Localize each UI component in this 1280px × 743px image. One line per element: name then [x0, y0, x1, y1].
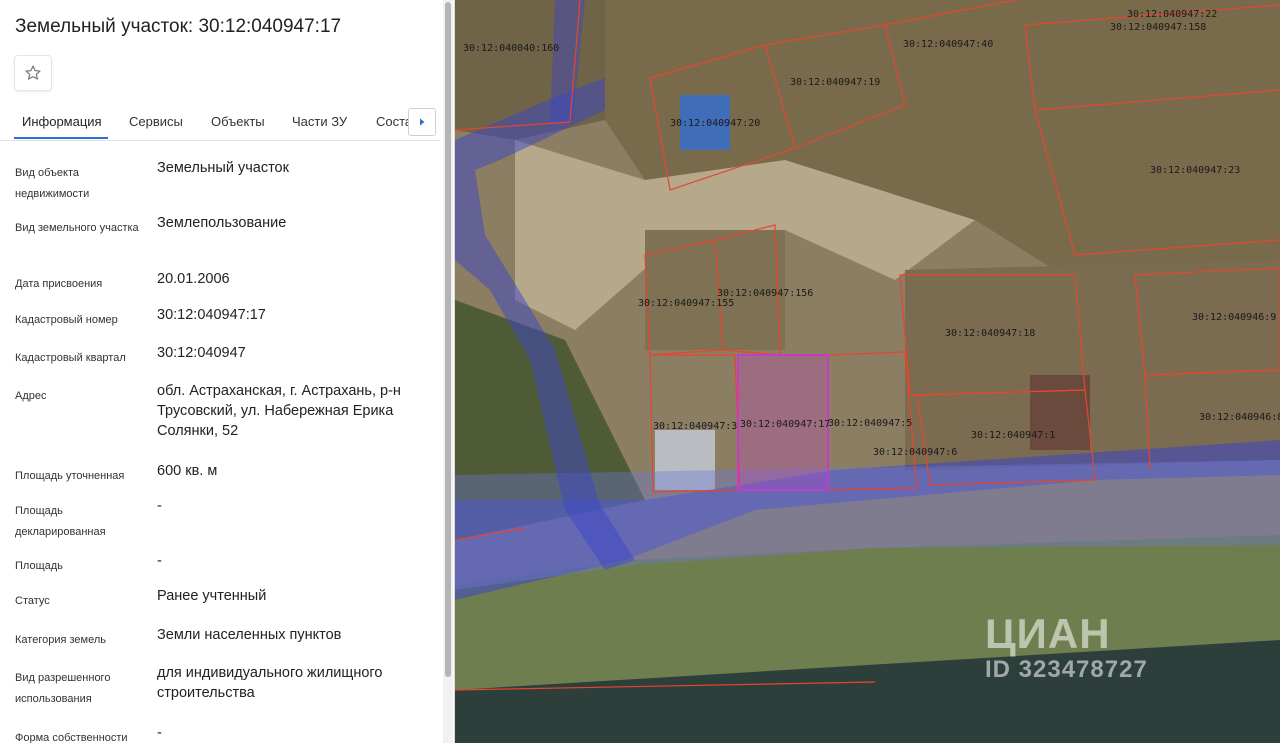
- field-label: Кадастровый номер: [15, 314, 118, 326]
- parcel-label[interactable]: 30:12:040947:6: [873, 447, 957, 458]
- field-label: Вид разрешенного использования: [15, 672, 111, 705]
- field-label: Вид земельного участка: [15, 222, 139, 234]
- panel-title: Земельный участок: 30:12:040947:17: [15, 16, 342, 37]
- field-value: обл. Астраханская, г. Астрахань, р-н Тру…: [157, 383, 401, 439]
- star-outline-icon: [25, 65, 41, 80]
- parcel-label[interactable]: 30:12:040946:8: [1199, 412, 1280, 423]
- field-value: Земельный участок: [157, 160, 289, 176]
- info-panel: Земельный участок: 30:12:040947:17 Инфор…: [0, 0, 455, 743]
- parcel-label[interactable]: 30:12:040947:20: [670, 118, 760, 129]
- watermark-logo: ЦИАН: [985, 610, 1111, 657]
- field-value: -: [157, 498, 162, 514]
- tab-objects[interactable]: Объекты: [211, 114, 265, 129]
- parcel-label[interactable]: 30:12:040947:155: [638, 298, 734, 309]
- parcel-label[interactable]: 30:12:040040:160: [463, 43, 559, 54]
- field-value: Ранее учтенный: [157, 588, 267, 604]
- tab-composition[interactable]: Соста: [376, 114, 412, 129]
- field-value: для индивидуального жилищного строительс…: [157, 665, 383, 701]
- field-label: Категория земель: [15, 634, 106, 646]
- field-label: Форма собственности: [15, 732, 128, 743]
- tab-information[interactable]: Информация: [22, 114, 102, 129]
- tab-bar: Информация Сервисы Объекты Части ЗУ Сост…: [0, 100, 440, 141]
- field-value: 30:12:040947:17: [157, 307, 266, 323]
- parcel-label[interactable]: 30:12:040947:19: [790, 77, 880, 88]
- field-label: Адрес: [15, 390, 47, 402]
- field-value: Землепользование: [157, 215, 287, 231]
- field-value: -: [157, 725, 162, 741]
- parcel-label[interactable]: 30:12:040947:156: [717, 288, 813, 299]
- field-value: -: [157, 553, 162, 569]
- tab-parcel-parts[interactable]: Части ЗУ: [292, 114, 347, 129]
- cian-watermark: ЦИАН ID 323478727: [985, 612, 1148, 684]
- field-value: Земли населенных пунктов: [157, 627, 342, 643]
- tabs-scroll-right-button[interactable]: [408, 108, 436, 136]
- field-label: Площадь декларированная: [15, 505, 106, 538]
- parcel-label[interactable]: 30:12:040946:9: [1192, 312, 1276, 323]
- parcel-label[interactable]: 30:12:040947:158: [1110, 22, 1206, 33]
- parcel-label[interactable]: 30:12:040947:1: [971, 430, 1055, 441]
- parcel-label[interactable]: 30:12:040947:23: [1150, 165, 1240, 176]
- field-label: Площадь уточненная: [15, 470, 125, 482]
- active-tab-indicator: [14, 137, 108, 139]
- field-value: 600 кв. м: [157, 463, 218, 479]
- parcel-label[interactable]: 30:12:040947:18: [945, 328, 1035, 339]
- field-label: Статус: [15, 595, 50, 607]
- parcel-label[interactable]: 30:12:040947:3: [653, 421, 737, 432]
- watermark-id: ID 323478727: [985, 656, 1148, 683]
- map-canvas[interactable]: 30:12:040040:160 30:12:040947:40 30:12:0…: [455, 0, 1280, 743]
- cadastral-map[interactable]: 30:12:040040:160 30:12:040947:40 30:12:0…: [455, 0, 1280, 743]
- chevron-right-icon: [420, 118, 425, 126]
- favorite-button[interactable]: [14, 55, 52, 91]
- parcel-label[interactable]: 30:12:040947:5: [828, 418, 912, 429]
- field-label: Площадь: [15, 560, 63, 572]
- tab-services[interactable]: Сервисы: [129, 114, 183, 129]
- field-value: 30:12:040947: [157, 345, 246, 361]
- parcel-label[interactable]: 30:12:040947:40: [903, 39, 993, 50]
- field-value: 20.01.2006: [157, 271, 230, 287]
- field-label: Вид объекта недвижимости: [15, 167, 90, 200]
- parcel-label[interactable]: 30:12:040947:22: [1127, 9, 1217, 20]
- panel-scrollbar-thumb[interactable]: [445, 2, 451, 677]
- field-label: Дата присвоения: [15, 278, 103, 290]
- houses-east: [905, 260, 1280, 470]
- field-label: Кадастровый квартал: [15, 352, 126, 364]
- parcel-label[interactable]: 30:12:040947:17: [740, 419, 830, 430]
